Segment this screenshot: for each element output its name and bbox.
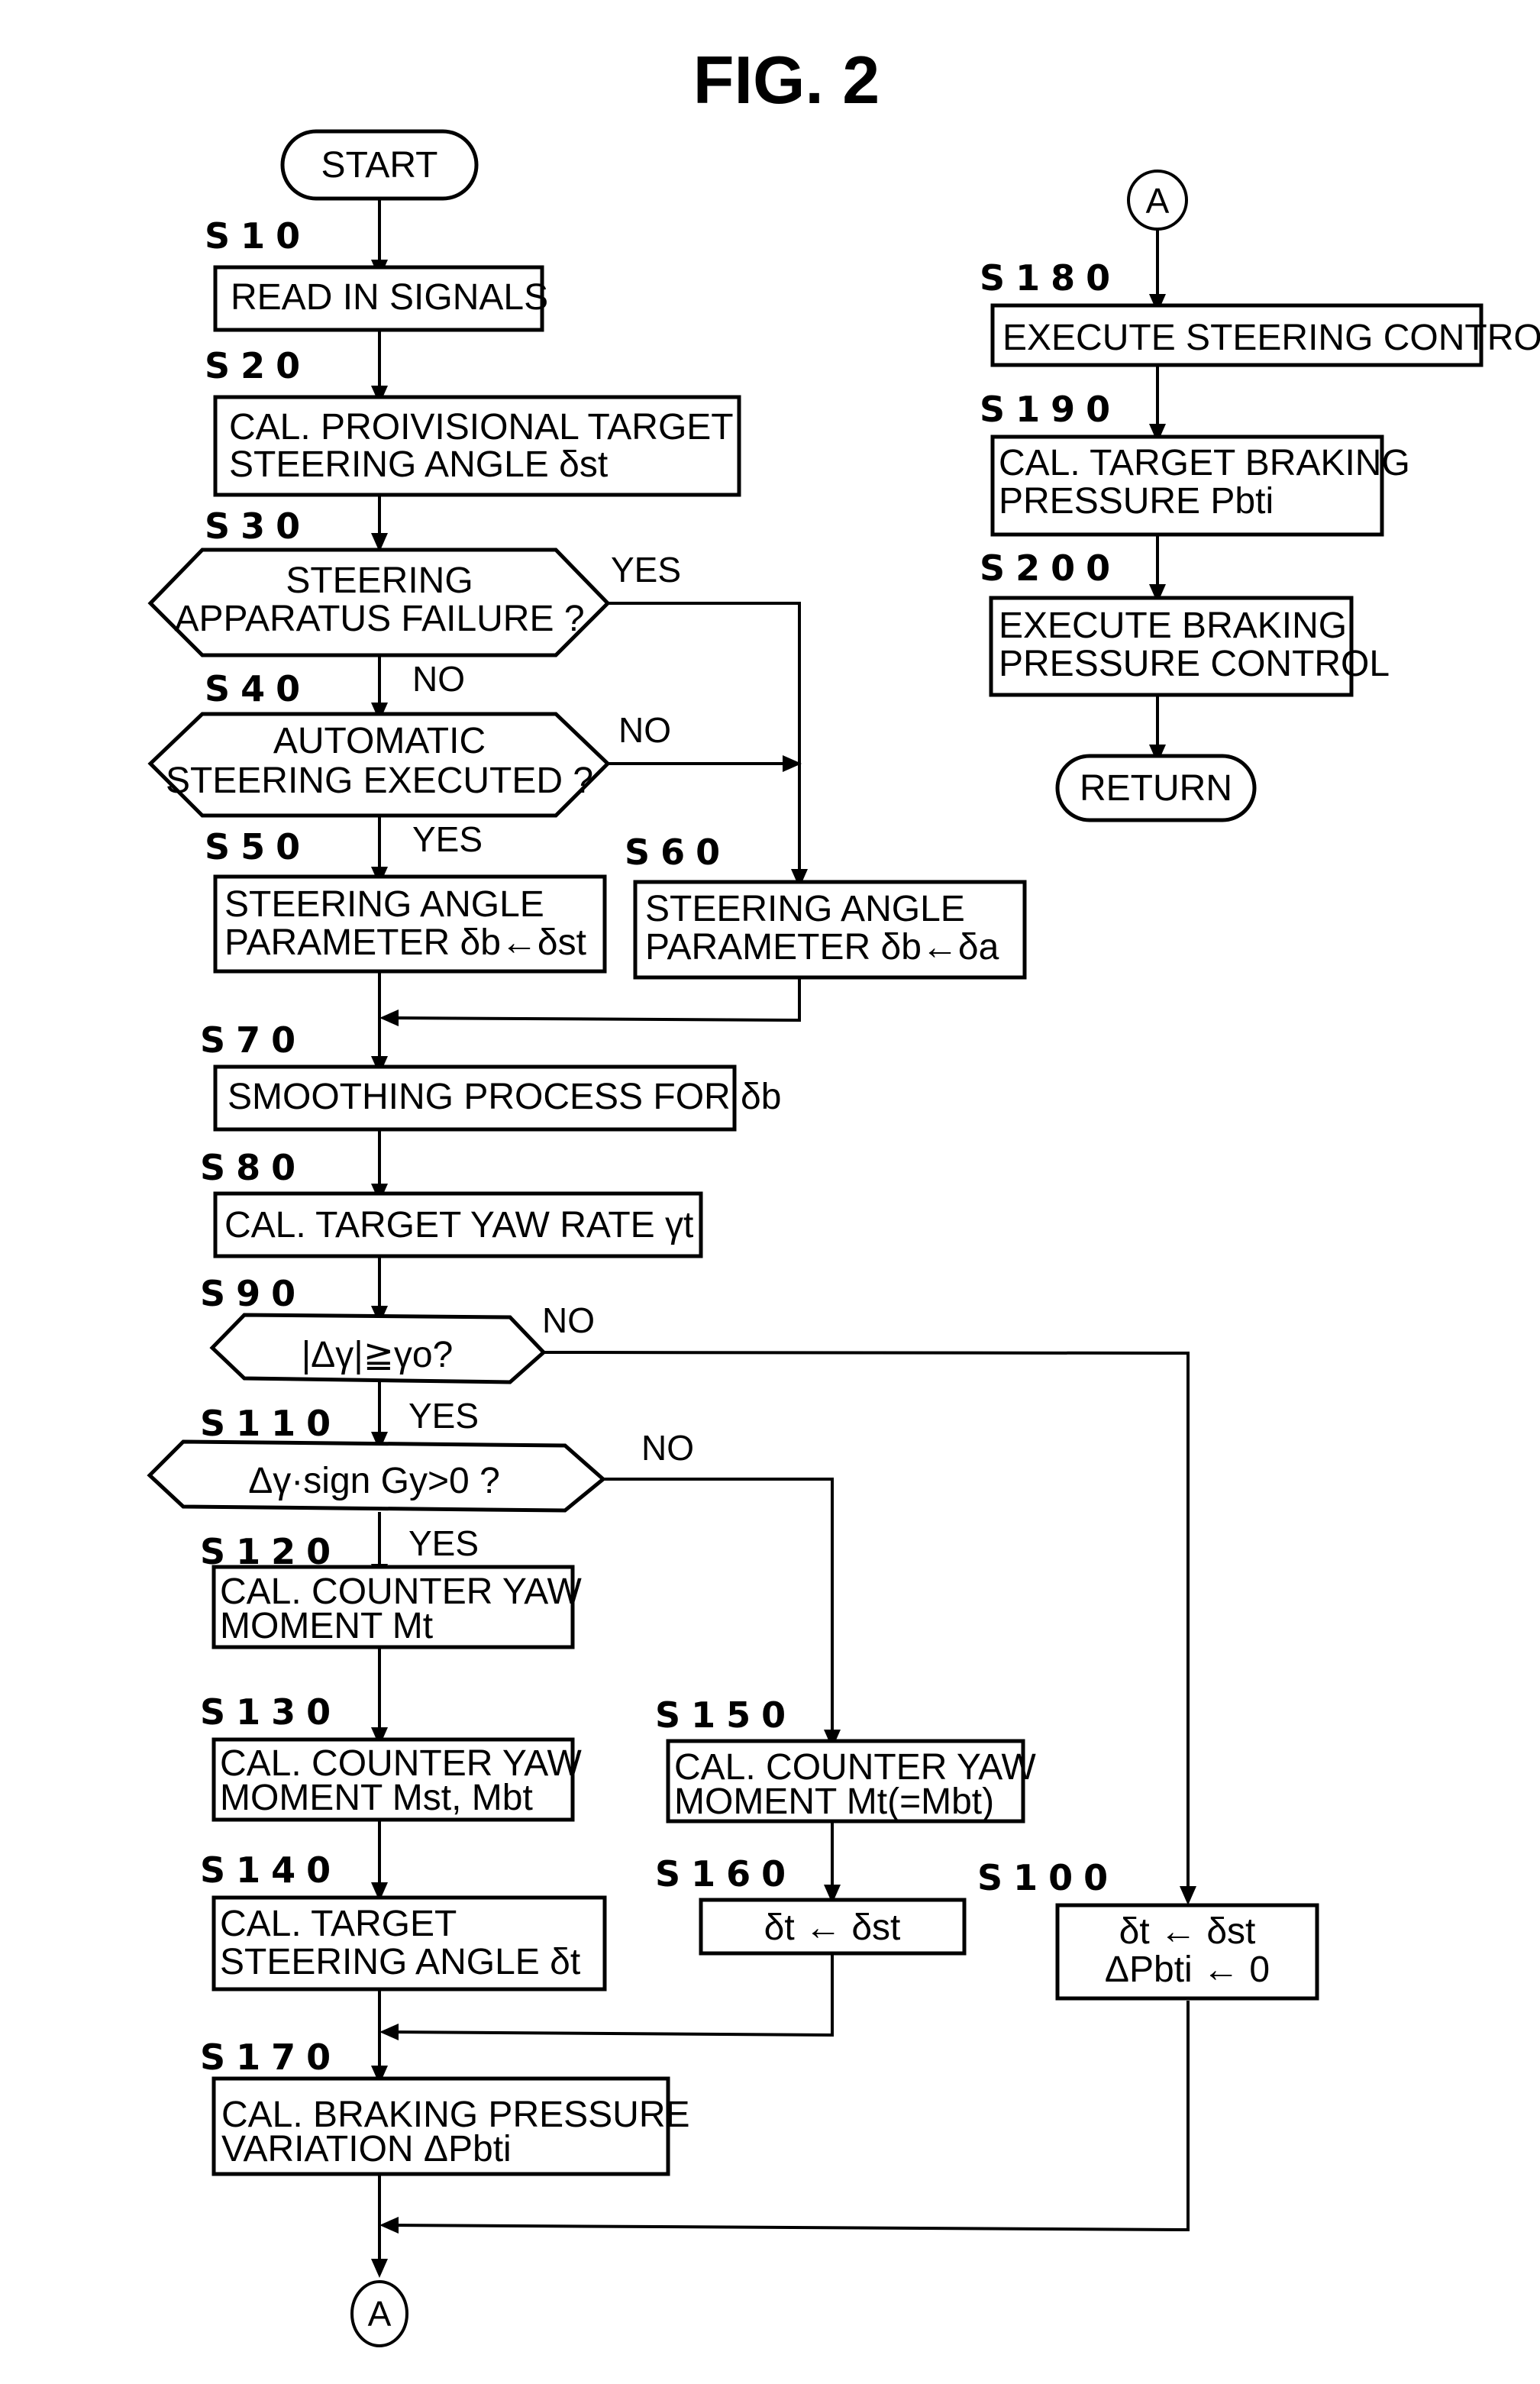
step-s130: S130 [200,1691,341,1733]
start-label: START [321,145,438,186]
connector-s60-merge [389,977,801,1022]
step-text: δt ← δst [1119,1911,1256,1952]
step-text: δt ← δst [764,1908,901,1948]
step-id: S30 [205,506,311,547]
step-id: S170 [200,2037,341,2078]
step-s180: S180 EXECUTE STEERING CONTROL [980,257,1540,367]
branch-label-yes: YES [412,819,483,859]
step-s100: S100 δt ← δst ΔPbti ← 0 [977,1857,1319,2001]
arrowhead [371,2259,388,2278]
figure-title: FIG. 2 [693,42,880,118]
step-text: MOMENT Mt [220,1606,433,1646]
step-s120: S120 CAL. COUNTER YAW MOMENT Mt [200,1531,583,1649]
step-text: READ IN SIGNALS [231,277,548,318]
step-id: S150 [655,1694,796,1736]
off-page-connector-a-in: A [1127,170,1188,231]
step-id: S190 [980,389,1121,430]
step-text: CAL. PROIVISIONAL TARGET [229,407,734,447]
decision-text: |Δγ|≧γo? [302,1335,454,1375]
step-s70: S70 SMOOTHING PROCESS FOR δb [200,1019,781,1132]
step-s200: S200 EXECUTE BRAKING PRESSURE CONTROL [980,548,1390,697]
flowchart-figure: FIG. 2 START S10 READ IN SIGNALS S20 CAL… [147,42,1540,2347]
arrowhead [1180,1886,1196,1905]
step-id: S110 [200,1403,341,1444]
step-id: S180 [980,257,1121,299]
step-text: STEERING ANGLE δt [220,1942,580,1982]
step-id: S200 [980,548,1121,589]
step-id: S20 [205,345,311,386]
step-id: S60 [625,832,731,873]
step-s190: S190 CAL. TARGET BRAKING PRESSURE Pbti [980,389,1410,537]
step-text: EXECUTE BRAKING [999,606,1347,646]
step-s150: S150 CAL. COUNTER YAW MOMENT Mt(=Mbt) [655,1694,1037,1824]
step-s20: S20 CAL. PROIVISIONAL TARGET STEERING AN… [205,345,741,497]
step-id: S40 [205,668,311,709]
decision-text: STEERING EXECUTED ? [166,761,593,801]
step-text: CAL. TARGET YAW RATE γt [224,1205,693,1245]
step-text: STEERING ANGLE [645,889,965,929]
step-id: S100 [977,1857,1119,1898]
step-text: PARAMETER δb←δst [224,922,586,963]
decision-text: Δγ·sign Gy>0 ? [248,1461,500,1501]
step-text: CAL. TARGET [220,1904,457,1944]
step-text: MOMENT Mt(=Mbt) [674,1782,994,1822]
arrowhead [379,1009,399,1026]
step-id: S160 [655,1853,796,1895]
return-label: RETURN [1080,768,1232,809]
branch-label-yes: YES [408,1396,479,1436]
branch-label-no: NO [542,1300,595,1340]
start-terminal: START [280,129,479,201]
step-id: S90 [200,1273,306,1314]
step-text: PARAMETER δb←δa [645,927,999,967]
arrowhead [379,2024,399,2040]
step-id: S50 [205,826,311,867]
step-s50: S50 STEERING ANGLE PARAMETER δb←δst [205,826,607,974]
step-id: S130 [200,1691,341,1733]
branch-label-no: NO [412,659,465,699]
step-s160: S160 δt ← δst [655,1853,967,1956]
return-terminal: RETURN [1055,754,1257,822]
step-s140: S140 CAL. TARGET STEERING ANGLE δt [200,1849,607,1992]
step-text: ΔPbti ← 0 [1105,1950,1270,1990]
step-s10: S10 READ IN SIGNALS [205,215,548,332]
step-s130-box: CAL. COUNTER YAW MOMENT Mst, Mbt [211,1737,583,1822]
step-id: S10 [205,215,311,257]
step-id: S70 [200,1019,306,1061]
step-id: S80 [200,1147,306,1188]
off-page-connector-a-out: A [350,2280,408,2347]
decision-text: AUTOMATIC [273,721,486,761]
connector-label: A [1146,181,1170,221]
step-s80: S80 CAL. TARGET YAW RATE γt [200,1147,703,1258]
step-s170: S170 CAL. BRAKING PRESSURE VARIATION ΔPb… [200,2037,690,2176]
step-text: SMOOTHING PROCESS FOR δb [228,1077,781,1117]
step-id: S140 [200,1849,341,1891]
step-text: STEERING ANGLE [224,884,544,925]
step-text: MOMENT Mst, Mbt [220,1778,533,1818]
step-text: PRESSURE CONTROL [999,644,1390,684]
step-text: PRESSURE Pbti [999,481,1274,522]
connector-label: A [368,2294,392,2334]
branch-label-yes: YES [611,550,681,590]
step-s60: S60 STEERING ANGLE PARAMETER δb←δa [625,832,1027,980]
decision-text: APPARATUS FAILURE ? [174,599,584,639]
step-text: CAL. TARGET BRAKING [999,443,1410,483]
step-text: STEERING ANGLE δst [229,444,608,485]
decision-text: STEERING [286,560,473,601]
branch-label-no: NO [641,1428,694,1468]
step-text: EXECUTE STEERING CONTROL [1002,318,1540,358]
branch-label-no: NO [618,710,671,750]
step-text: VARIATION ΔPbti [221,2129,512,2169]
arrowhead [379,2217,399,2234]
branch-label-yes: YES [408,1523,479,1563]
